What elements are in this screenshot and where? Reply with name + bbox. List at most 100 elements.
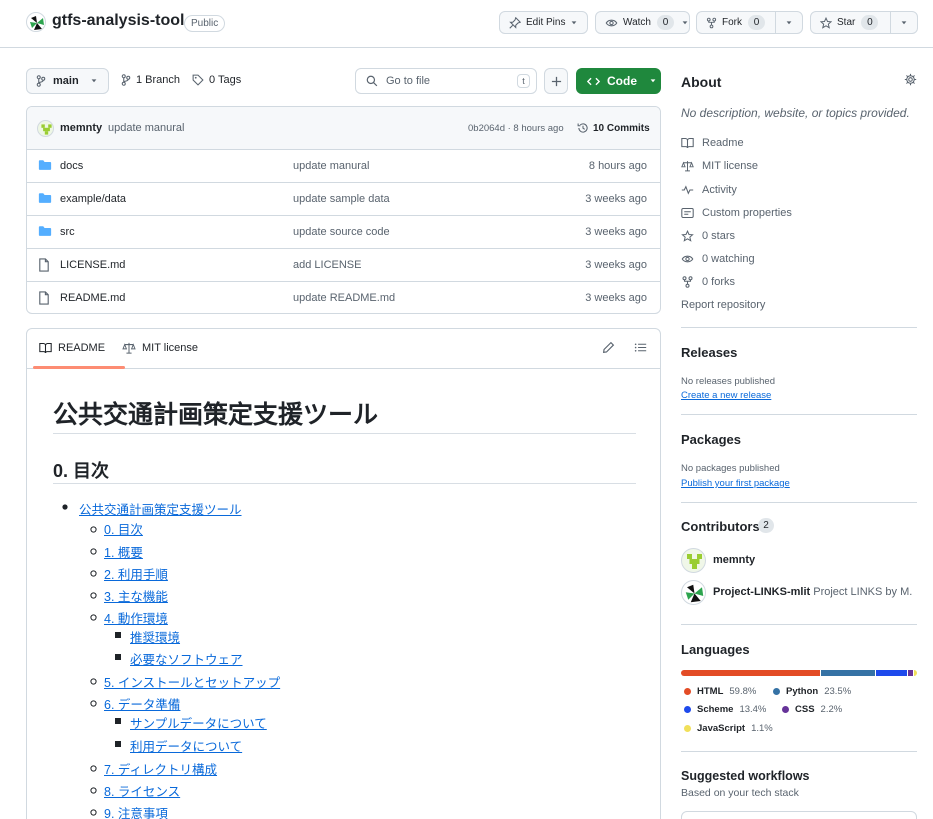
avatar[interactable] — [681, 548, 706, 573]
language-python[interactable]: Python 23.5% — [773, 686, 851, 697]
toc-link[interactable]: サンプルデータについて — [130, 713, 267, 732]
tab-license-label: MIT license — [142, 342, 199, 354]
about-heading: About — [681, 74, 722, 90]
sidebar-link-activity[interactable]: Activity — [681, 184, 737, 196]
file-table: memnty update manural 0b2064d · 8 hours … — [26, 106, 661, 314]
file-name[interactable]: LICENSE.md — [60, 259, 125, 271]
workflow-card[interactable] — [681, 811, 917, 819]
toc-link[interactable]: 6. データ準備 — [104, 694, 180, 713]
language-name: HTML — [697, 686, 724, 697]
contributor-name[interactable]: memnty — [713, 554, 755, 566]
report-repository-link[interactable]: Report repository — [681, 299, 765, 311]
file-name[interactable]: docs — [60, 160, 83, 172]
avatar[interactable] — [681, 580, 706, 605]
tab-license[interactable]: MIT license — [122, 342, 198, 354]
bullet-circle — [90, 765, 97, 772]
file-commit-message[interactable]: update README.md — [293, 292, 395, 304]
publish-package-link[interactable]: Publish your first package — [681, 478, 790, 489]
pencil-icon — [602, 341, 615, 354]
tab-readme[interactable]: README — [39, 342, 105, 354]
visibility-badge: Public — [184, 15, 226, 32]
language-color-dot — [684, 706, 691, 713]
toc-link[interactable]: 2. 利用手順 — [104, 564, 168, 583]
readme-title: 公共交通計画策定支援ツール — [53, 401, 379, 429]
edit-readme-button[interactable] — [602, 341, 615, 354]
file-icon — [38, 291, 50, 305]
sidebar-link-watching[interactable]: 0 watching — [681, 253, 755, 265]
language-scheme[interactable]: Scheme 13.4% — [684, 704, 766, 715]
bullet-circle — [90, 787, 97, 794]
toc-link[interactable]: 利用データについて — [130, 736, 242, 755]
file-name[interactable]: src — [60, 226, 75, 238]
file-name[interactable]: README.md — [60, 292, 125, 304]
contributors-heading[interactable]: Contributors — [681, 519, 760, 534]
sidebar-link-forks[interactable]: 0 forks — [681, 276, 735, 288]
commit-author[interactable]: memnty — [60, 122, 102, 134]
sidebar-link-license[interactable]: MIT license — [681, 160, 758, 172]
toc-link[interactable]: 1. 概要 — [104, 542, 143, 561]
sidebar-link-label: Readme — [702, 137, 744, 149]
language-color-dot — [782, 706, 789, 713]
table-row[interactable]: README.md update README.md 3 weeks ago — [27, 282, 660, 313]
star-dropdown-button[interactable] — [890, 11, 918, 34]
toc-link[interactable]: 3. 主な機能 — [104, 586, 168, 605]
file-commit-message[interactable]: update source code — [293, 226, 390, 238]
code-button[interactable]: Code — [576, 68, 661, 94]
file-commit-message[interactable]: update manural — [293, 160, 369, 172]
about-settings-button[interactable] — [904, 73, 917, 86]
fork-label: Fork — [722, 17, 742, 28]
watch-button[interactable]: Watch 0 — [595, 11, 690, 34]
repo-name[interactable]: gtfs-analysis-tool — [52, 12, 184, 30]
toc-link[interactable]: 必要なソフトウェア — [130, 649, 243, 668]
packages-heading[interactable]: Packages — [681, 432, 741, 447]
edit-pins-button[interactable]: Edit Pins — [499, 11, 588, 34]
table-row[interactable]: docs update manural 8 hours ago — [27, 150, 660, 183]
toc-link[interactable]: 7. ディレクトリ構成 — [104, 759, 217, 778]
language-javascript[interactable]: JavaScript 1.1% — [684, 723, 773, 734]
branches-link[interactable]: 1 Branch — [121, 74, 180, 86]
fork-button[interactable]: Fork 0 — [696, 11, 776, 34]
fork-dropdown-button[interactable] — [775, 11, 803, 34]
file-commit-message[interactable]: add LICENSE — [293, 259, 361, 271]
readme-heading-toc: 0. 目次 — [53, 461, 110, 481]
table-row[interactable]: LICENSE.md add LICENSE 3 weeks ago — [27, 249, 660, 282]
toc-link[interactable]: 8. ライセンス — [104, 781, 180, 800]
divider — [53, 483, 636, 484]
table-row[interactable]: src update source code 3 weeks ago — [27, 216, 660, 249]
branch-select-button[interactable]: main — [26, 68, 109, 94]
file-commit-time: 3 weeks ago — [585, 292, 647, 304]
avatar[interactable] — [37, 120, 54, 137]
language-css[interactable]: CSS 2.2% — [782, 704, 842, 715]
sidebar-link-stars[interactable]: 0 stars — [681, 230, 735, 242]
history-icon — [577, 122, 589, 134]
toc-link[interactable]: 5. インストールとセットアップ — [104, 672, 280, 691]
tags-link[interactable]: 0 Tags — [192, 74, 241, 86]
language-html[interactable]: HTML 59.8% — [684, 686, 756, 697]
file-name[interactable]: example/data — [60, 193, 126, 205]
toc-link[interactable]: 9. 注意事項 — [104, 803, 168, 819]
bullet-circle — [90, 809, 97, 816]
releases-heading[interactable]: Releases — [681, 345, 737, 360]
go-to-file-input[interactable]: Go to file t — [355, 68, 537, 94]
commit-hash-time[interactable]: 0b2064d · 8 hours ago — [468, 123, 564, 134]
contributor-row[interactable]: Project-LINKS-mlit Project LINKS by M... — [713, 586, 913, 598]
toc-link[interactable]: 4. 動作環境 — [104, 608, 168, 627]
language-percent: 13.4% — [739, 704, 767, 715]
table-row[interactable]: example/data update sample data 3 weeks … — [27, 183, 660, 216]
add-file-button[interactable] — [544, 68, 568, 94]
sidebar-link-custom-properties[interactable]: Custom properties — [681, 207, 792, 219]
list-icon — [634, 342, 647, 353]
commit-message[interactable]: update manural — [108, 122, 184, 134]
toc-link[interactable]: 公共交通計画策定支援ツール — [79, 499, 242, 518]
divider — [681, 327, 917, 328]
sidebar-link-label: Custom properties — [702, 207, 792, 219]
toc-link[interactable]: 推奨環境 — [130, 627, 180, 646]
commits-link[interactable]: 10 Commits — [577, 122, 650, 134]
outline-button[interactable] — [634, 342, 647, 353]
sidebar-link-readme[interactable]: Readme — [681, 137, 744, 149]
repo-owner-avatar[interactable] — [26, 12, 46, 32]
create-release-link[interactable]: Create a new release — [681, 390, 771, 401]
star-button[interactable]: Star 0 — [810, 11, 891, 34]
toc-link[interactable]: 0. 目次 — [104, 519, 143, 538]
file-commit-message[interactable]: update sample data — [293, 193, 390, 205]
